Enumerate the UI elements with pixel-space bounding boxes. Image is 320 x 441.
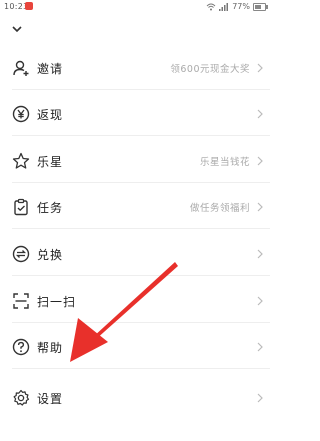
menu-item-tasks[interactable]: 任务 做任务领福利	[0, 186, 270, 228]
menu-item-hint: 领600元现金大奖	[170, 64, 250, 75]
yen-coin-icon	[12, 105, 30, 123]
status-indicators: 77%	[206, 2, 268, 11]
menu-item-invite[interactable]: 邀请 领600元现金大奖	[0, 47, 270, 89]
divider	[12, 135, 270, 136]
menu-item-lexing[interactable]: 乐星 乐星当钱花	[0, 140, 270, 182]
chevron-right-icon	[257, 249, 263, 259]
status-bar: 10:23 77%	[0, 0, 270, 14]
divider	[12, 228, 270, 229]
menu-item-label: 帮助	[37, 341, 64, 355]
menu-item-scan[interactable]: 扫一扫	[0, 280, 270, 322]
menu-item-label: 返现	[37, 108, 64, 122]
menu-item-cashback[interactable]: 返现	[0, 93, 270, 135]
chevron-right-icon	[257, 63, 263, 73]
exchange-icon	[12, 245, 30, 263]
divider	[12, 89, 270, 90]
menu-item-hint: 乐星当钱花	[199, 157, 250, 168]
clipboard-check-icon	[14, 198, 28, 216]
chevron-right-icon	[257, 109, 263, 119]
menu-item-label: 扫一扫	[37, 295, 77, 309]
scan-icon	[13, 293, 29, 309]
wifi-icon	[206, 3, 216, 10]
menu-item-label: 任务	[37, 201, 64, 215]
menu-item-help[interactable]: 帮助	[0, 326, 270, 368]
menu-item-label: 兑换	[37, 248, 64, 262]
divider	[12, 368, 270, 369]
chevron-right-icon	[257, 156, 263, 166]
notification-app-icon	[25, 2, 33, 10]
help-icon	[12, 338, 30, 356]
menu-item-label: 设置	[37, 392, 64, 406]
chevron-right-icon	[257, 202, 263, 212]
battery-percent: 77%	[232, 2, 250, 11]
gear-icon	[13, 389, 30, 406]
chevron-down-icon	[12, 26, 22, 33]
chevron-right-icon	[257, 296, 263, 306]
chevron-right-icon	[257, 393, 263, 403]
divider	[12, 322, 270, 323]
battery-icon	[253, 2, 268, 11]
menu-item-label: 邀请	[37, 62, 64, 76]
divider	[12, 182, 270, 183]
menu-item-hint: 做任务领福利	[189, 203, 250, 214]
menu-item-exchange[interactable]: 兑换	[0, 233, 270, 275]
invite-user-icon	[13, 60, 29, 76]
star-icon	[12, 152, 30, 169]
divider	[12, 275, 270, 276]
chevron-right-icon	[257, 342, 263, 352]
menu-item-settings[interactable]: 设置	[0, 377, 270, 419]
menu-item-label: 乐星	[37, 155, 64, 169]
signal-icon	[219, 2, 229, 11]
